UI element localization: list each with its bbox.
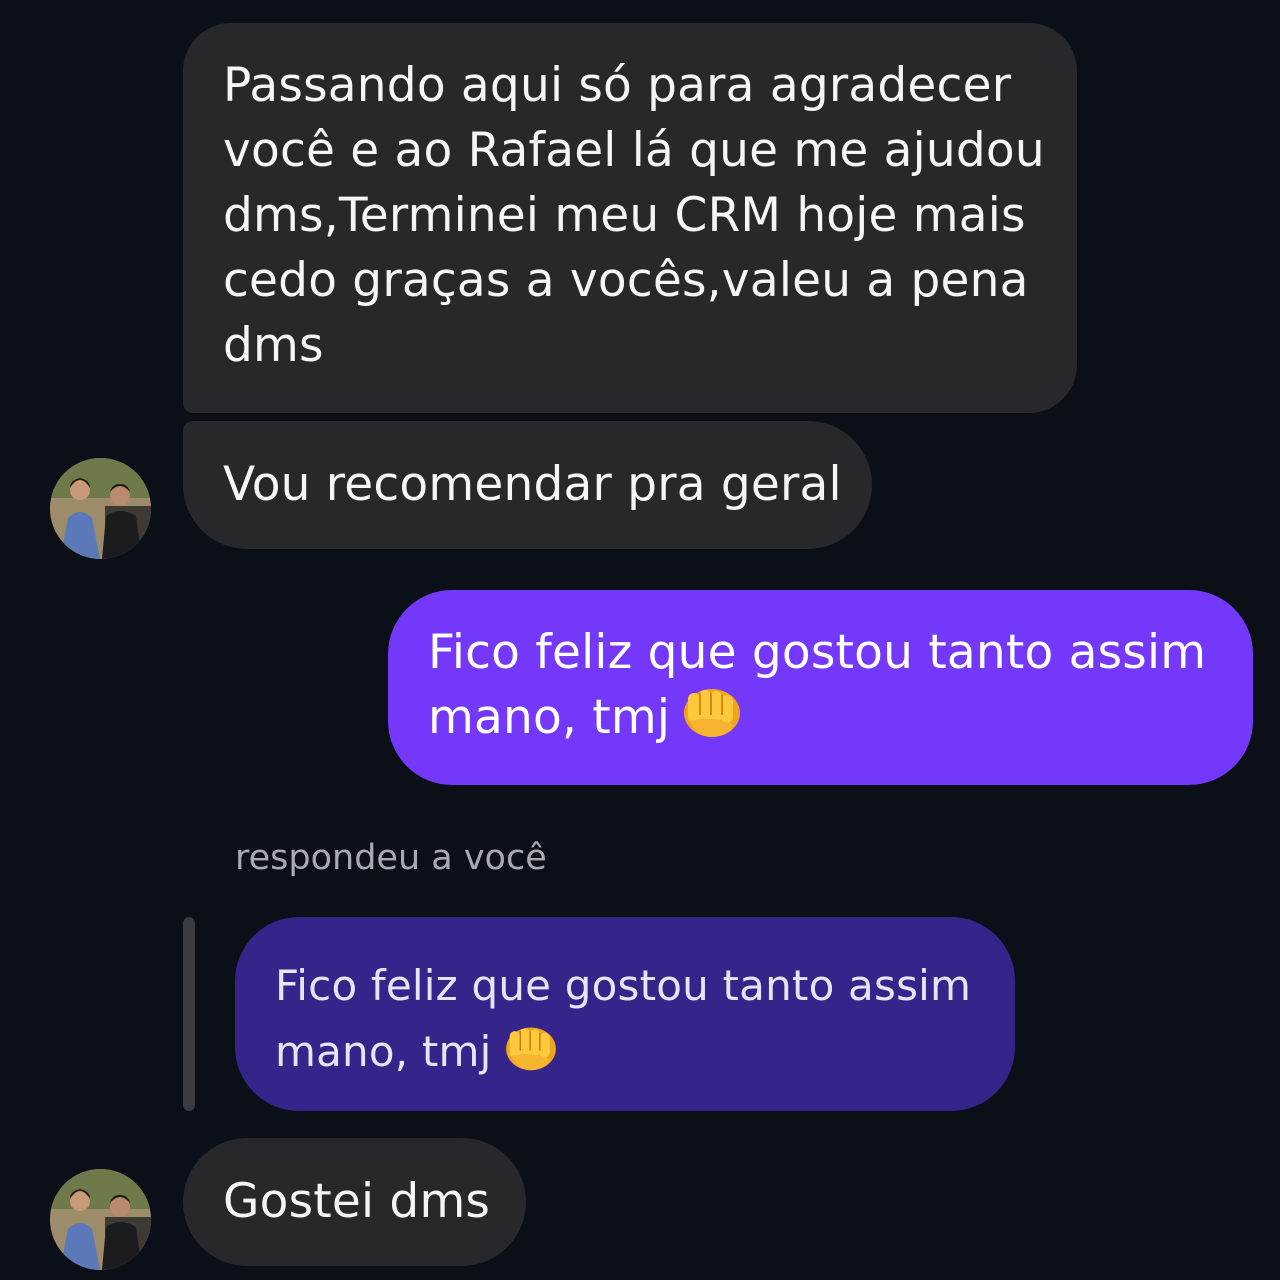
quoted-text-line: Fico feliz que gostou tanto assim	[275, 961, 972, 1010]
message-text-line: você e ao Rafael lá que me ajudou	[223, 123, 1045, 178]
chat-thread: Passando aqui só para agradecer você e a…	[0, 0, 1280, 1280]
quoted-message-bubble[interactable]: Fico feliz que gostou tanto assim mano, …	[235, 917, 1015, 1111]
message-text-fragment: mano, tmj	[428, 690, 671, 745]
message-text-line: Fico feliz que gostou tanto assim	[428, 625, 1207, 680]
reply-caption: respondeu a você	[235, 838, 547, 878]
message-text-line: Passando aqui só para agradecer	[223, 58, 1012, 113]
incoming-message-bubble[interactable]: Vou recomendar pra geral	[183, 421, 872, 549]
oncoming-fist-icon	[504, 1024, 558, 1091]
avatar-photo-icon	[50, 458, 151, 559]
outgoing-message-bubble[interactable]: Fico feliz que gostou tanto assim mano, …	[388, 590, 1253, 785]
incoming-message-bubble[interactable]: Gostei dms	[183, 1138, 526, 1266]
quoted-text-fragment: mano, tmj	[275, 1027, 492, 1076]
oncoming-fist-icon	[682, 685, 742, 756]
contact-avatar[interactable]	[50, 1169, 151, 1270]
incoming-message-bubble[interactable]: Passando aqui só para agradecer você e a…	[183, 23, 1077, 413]
quoted-text-line: mano, tmj	[275, 1019, 975, 1091]
message-text-line: dms,Terminei meu CRM hoje mais	[223, 188, 1026, 243]
message-text-line: dms	[223, 318, 324, 373]
contact-avatar[interactable]	[50, 458, 151, 559]
message-text-line: Vou recomendar pra geral	[223, 457, 842, 512]
avatar-photo-icon	[50, 1169, 151, 1270]
reply-indicator-bar	[183, 917, 195, 1111]
message-text-line: Gostei dms	[223, 1174, 491, 1229]
message-text-line: mano, tmj	[428, 685, 1213, 756]
message-text-line: cedo graças a vocês,valeu a pena	[223, 253, 1029, 308]
